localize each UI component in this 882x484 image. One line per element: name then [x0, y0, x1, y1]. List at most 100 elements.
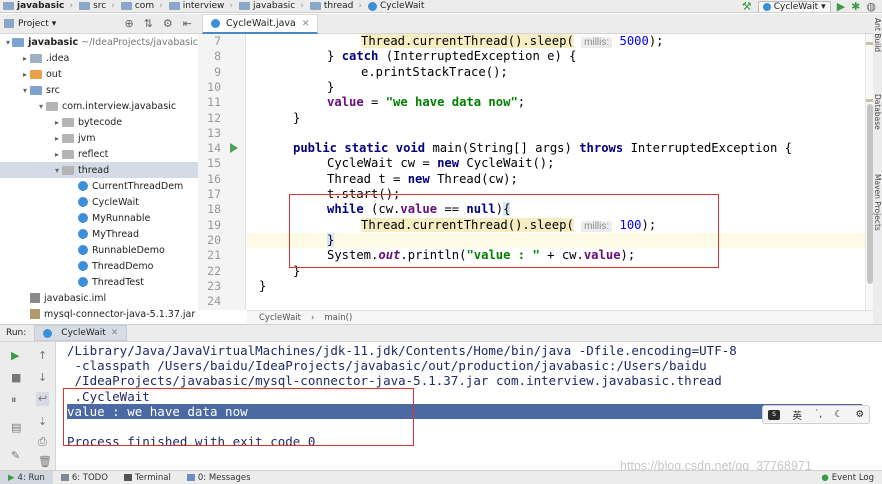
folder-icon — [3, 2, 14, 10]
editor-tab-bar: CycleWait.java ✕ — [198, 14, 882, 34]
code-editor[interactable]: Thread.currentThread().sleep( millis: 50… — [247, 34, 865, 310]
code-line-16: Thread t = new Thread(cw); — [327, 171, 518, 186]
code-line-23: } — [259, 278, 267, 293]
tool-window-run[interactable]: ▶ 4: Run — [0, 470, 53, 484]
trash-icon[interactable]: 🗑 — [38, 456, 52, 468]
nav-crumb-cyclewait[interactable]: CycleWait — [365, 0, 427, 12]
hide-icon[interactable]: ⇤ — [183, 17, 192, 30]
tree-item-label: bytecode — [78, 116, 123, 128]
tree-item[interactable]: ▸ reflect — [0, 146, 198, 162]
nav-crumb-com[interactable]: com › — [118, 0, 166, 12]
class-icon — [78, 213, 88, 223]
line-number: 22 — [207, 263, 221, 278]
console-line: .CycleWait — [67, 388, 150, 404]
breadcrumb-class[interactable]: CycleWait — [259, 313, 301, 323]
event-log-button[interactable]: ● Event Log — [821, 473, 882, 483]
down-arrow-icon[interactable]: ↓ — [38, 372, 47, 384]
chevron-down-icon[interactable]: ▾ — [36, 102, 46, 111]
tree-item[interactable]: CycleWait — [0, 194, 198, 210]
tool-window-todo[interactable]: 6: TODO — [53, 471, 116, 484]
chevron-right-icon[interactable]: ▸ — [52, 134, 62, 143]
chevron-down-icon[interactable]: ▾ — [20, 86, 30, 95]
close-icon[interactable]: ✕ — [111, 328, 119, 338]
folder-icon — [168, 2, 180, 10]
collapse-icon[interactable]: ⇅ — [144, 17, 153, 30]
run-config-select[interactable]: CycleWait ▾ — [757, 0, 831, 12]
up-arrow-icon[interactable]: ↑ — [38, 350, 47, 362]
sync-icon[interactable]: ⊕ — [124, 17, 133, 30]
chevron-right-icon[interactable]: ▸ — [20, 70, 30, 79]
nav-crumb-project[interactable]: javabasic › — [0, 0, 76, 12]
run-gutter-icon[interactable] — [230, 143, 238, 153]
chevron-down-icon: ▾ — [821, 1, 826, 12]
moon-icon[interactable]: ☾ — [835, 409, 844, 420]
ime-language[interactable]: 英 — [792, 408, 802, 422]
tree-item[interactable]: MyRunnable — [0, 210, 198, 226]
tree-item[interactable]: ▾ javabasic ~/IdeaProjects/javabasic — [0, 34, 198, 50]
line-number: 15 — [207, 156, 221, 171]
chevron-down-icon[interactable]: ▾ — [52, 166, 62, 175]
pin-icon[interactable]: ✎ — [11, 450, 20, 462]
tree-item[interactable]: javabasic.iml — [0, 290, 198, 306]
gear-icon[interactable]: ⚙ — [855, 409, 864, 420]
tree-item[interactable]: ▸ jvm — [0, 130, 198, 146]
tree-item[interactable]: ▾ thread — [0, 162, 198, 178]
tree-item[interactable]: ThreadDemo — [0, 258, 198, 274]
editor-breadcrumb: CycleWait › main() — [247, 310, 873, 324]
tree-item[interactable]: ▸ bytecode — [0, 114, 198, 130]
nav-crumb-thread[interactable]: thread › — [307, 0, 365, 12]
tree-item[interactable]: RunnableDemo — [0, 242, 198, 258]
run-tab-cyclewait[interactable]: CycleWait ✕ — [34, 325, 128, 341]
ime-toolbar[interactable]: S 英 ˙, ☾ ⚙ — [762, 405, 870, 424]
nav-crumb-interview[interactable]: interview › — [166, 0, 236, 12]
module-file-icon — [30, 293, 40, 303]
tree-item[interactable]: MyThread — [0, 226, 198, 242]
tree-item[interactable]: ▾ src — [0, 82, 198, 98]
print-icon[interactable]: ⎙ — [38, 436, 47, 448]
rerun-icon[interactable]: ▶ — [11, 350, 19, 362]
tree-item-label: mysql-connector-java-5.1.37.jar — [44, 308, 196, 320]
build-hammer-icon[interactable]: ⚒ — [742, 0, 752, 12]
pause-icon[interactable]: ⏸ — [11, 394, 17, 406]
project-panel-header: Project ▾ ⊕ ⇅ ⚙ ⇤ — [0, 14, 198, 34]
tool-window-messages[interactable]: 0: Messages — [179, 471, 259, 484]
class-icon — [78, 277, 88, 287]
chevron-right-icon[interactable]: ▸ — [52, 118, 62, 127]
ant-build-tab[interactable]: Ant Build — [873, 18, 882, 82]
maven-projects-tab[interactable]: Maven Projects — [873, 174, 882, 264]
chevron-down-icon[interactable]: ▾ — [4, 38, 12, 47]
tree-item[interactable]: CurrentThreadDem — [0, 178, 198, 194]
tree-item[interactable]: mysql-connector-java-5.1.37.jar — [0, 306, 198, 322]
close-icon[interactable]: ✕ — [302, 19, 310, 29]
tab-cyclewait-java[interactable]: CycleWait.java ✕ — [202, 14, 319, 34]
tree-item[interactable]: ThreadTest — [0, 274, 198, 290]
editor-scrollbar[interactable] — [865, 34, 874, 310]
class-icon — [367, 1, 377, 11]
console-output[interactable]: /Library/Java/JavaVirtualMachines/jdk-11… — [56, 342, 873, 470]
chevron-right-icon[interactable]: ▸ — [20, 54, 30, 63]
soft-wrap-icon[interactable]: ↩ — [36, 392, 50, 406]
chevron-right-icon[interactable]: ▸ — [52, 150, 62, 159]
console-line-exit: Process finished with exit code 0 — [67, 434, 316, 450]
coverage-icon[interactable]: ◍ — [866, 0, 876, 12]
nav-crumb-src[interactable]: src › — [76, 0, 118, 12]
tree-item[interactable]: ▸ .idea — [0, 50, 198, 66]
database-tab[interactable]: Database — [873, 94, 882, 164]
gear-icon[interactable]: ⚙ — [163, 17, 173, 30]
scroll-to-end-icon[interactable]: ⇣ — [38, 416, 47, 428]
punctuation-icon[interactable]: ˙, — [814, 409, 822, 420]
project-panel-title[interactable]: Project — [18, 19, 49, 29]
class-icon — [78, 261, 88, 271]
run-icon[interactable]: ▶ — [837, 0, 845, 12]
tree-item[interactable]: ▾ com.interview.javabasic — [0, 98, 198, 114]
layout-icon[interactable]: ▤ — [11, 422, 21, 434]
stop-icon[interactable]: ■ — [11, 372, 21, 384]
tree-item[interactable]: ▸ out — [0, 66, 198, 82]
breadcrumb-method[interactable]: main() — [324, 313, 352, 323]
code-line-19: Thread.currentThread().sleep( millis: 10… — [361, 217, 657, 232]
chevron-down-icon[interactable]: ▾ — [52, 19, 57, 29]
nav-crumb-javabasic[interactable]: javabasic › — [236, 0, 307, 12]
tool-window-terminal[interactable]: Terminal — [116, 471, 179, 484]
debug-icon[interactable]: ✱ — [851, 0, 860, 12]
chevron-right-icon: › — [229, 1, 234, 11]
